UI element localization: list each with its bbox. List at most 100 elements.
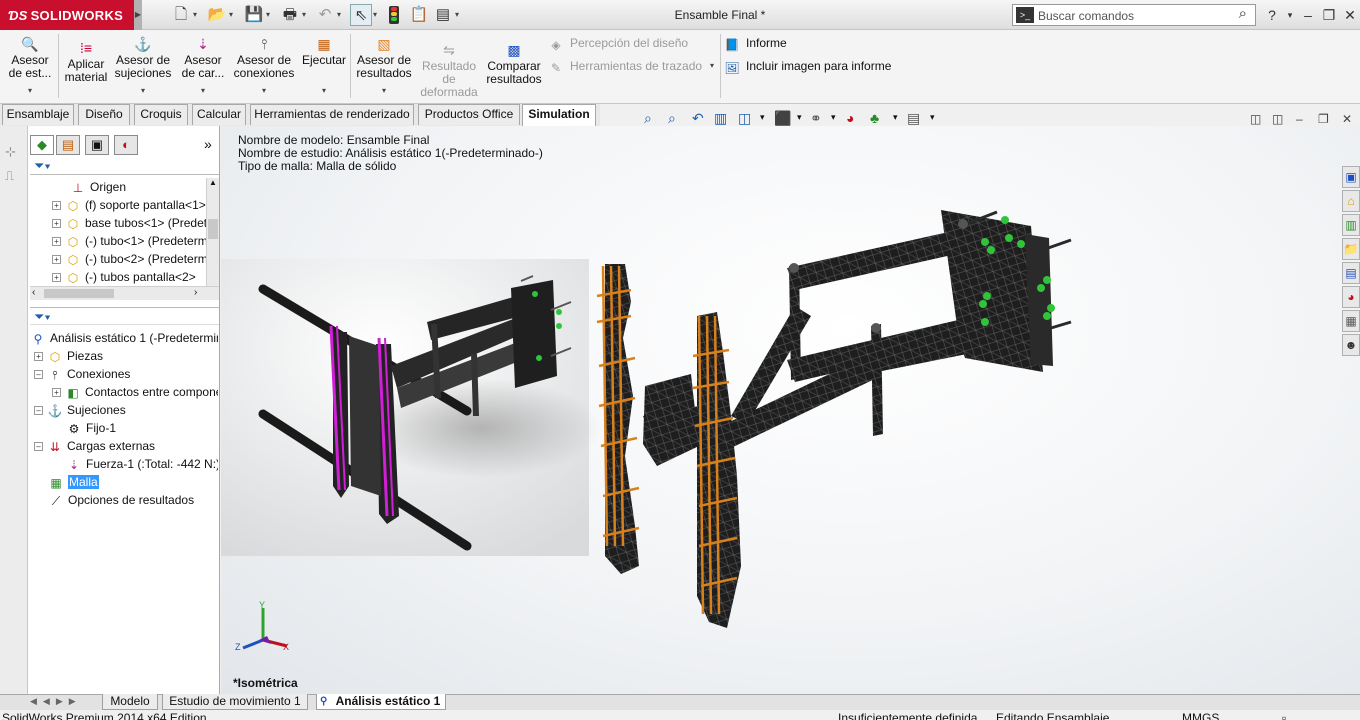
design-library-icon[interactable]: ▥: [1342, 214, 1360, 236]
tab-diseno[interactable]: Diseño: [78, 104, 130, 125]
appearance-icon[interactable]: ◕: [846, 110, 854, 126]
results-advisor-button[interactable]: ▧ Asesor de resultados: [354, 36, 414, 80]
viewport-split-icon[interactable]: ◫: [1272, 112, 1283, 126]
expand-icon[interactable]: +: [52, 388, 61, 397]
tab-productos-office[interactable]: Productos Office: [418, 104, 520, 125]
viewport-restore-icon[interactable]: ❐: [1318, 112, 1329, 126]
model-viewport[interactable]: [221, 126, 1360, 694]
forum-icon[interactable]: ☻: [1342, 334, 1360, 356]
scene-icon[interactable]: ♣: [870, 110, 879, 126]
filter-icon[interactable]: ⏷▾: [34, 158, 51, 174]
apply-material-button[interactable]: ⁞≡ Aplicar material: [62, 40, 110, 84]
restore-icon[interactable]: ❐: [1319, 4, 1339, 26]
tree-item-tubos-pantalla[interactable]: + ⬡ (-) tubos pantalla<2>: [34, 268, 206, 286]
viewport-minimize-icon[interactable]: –: [1296, 112, 1303, 126]
include-image-button[interactable]: 🖼 Incluir imagen para informe: [724, 59, 891, 75]
chevron-down-icon[interactable]: ▾: [797, 112, 802, 123]
tree-item-conexiones[interactable]: – ⫯ Conexiones: [30, 365, 218, 383]
expand-icon[interactable]: +: [34, 352, 43, 361]
graphics-area[interactable]: Nombre de modelo: Ensamble Final Nombre …: [221, 126, 1360, 694]
menu-expand-icon[interactable]: ▶: [134, 0, 142, 30]
solidworks-resources-icon[interactable]: ▣: [1342, 166, 1360, 188]
chevron-down-icon[interactable]: ▾: [229, 4, 238, 26]
step-icon[interactable]: ⎍: [5, 168, 14, 184]
tree-item-fuerza-1[interactable]: ⇣ Fuerza-1 (:Total: -442 N:): [30, 455, 218, 473]
search-commands-input[interactable]: >_ Buscar comandos ⌕: [1012, 4, 1256, 26]
study-advisor-button[interactable]: 🔍 Asesor de est...: [4, 36, 56, 80]
chevron-down-icon[interactable]: ▾: [831, 112, 836, 123]
save-icon[interactable]: 💾: [243, 4, 265, 26]
view-palette-icon[interactable]: ▤: [1342, 262, 1360, 284]
chevron-down-icon[interactable]: ▾: [319, 86, 329, 95]
chevron-down-icon[interactable]: ▾: [337, 4, 346, 26]
new-document-icon[interactable]: 🗋: [170, 4, 192, 26]
sketch-relations-icon[interactable]: ⊹: [5, 144, 16, 160]
tree-item-fijo-1[interactable]: ⚙ Fijo-1: [30, 419, 218, 437]
viewport-close-icon[interactable]: ✕: [1342, 112, 1352, 126]
previous-view-icon[interactable]: ↶: [692, 110, 704, 127]
loads-advisor-button[interactable]: ⇣ Asesor de car...: [178, 36, 228, 80]
expand-icon[interactable]: +: [52, 255, 61, 264]
chevron-down-icon[interactable]: ▾: [259, 86, 269, 95]
tree-item-malla[interactable]: ▦ Malla: [30, 473, 218, 491]
tree-item-study[interactable]: ⚲ Análisis estático 1 (-Predeterminado-): [30, 329, 218, 347]
expand-icon[interactable]: +: [52, 237, 61, 246]
tree-item-tubo-1[interactable]: + ⬡ (-) tubo<1> (Predeterminado): [34, 232, 206, 250]
chevron-down-icon[interactable]: ▾: [266, 4, 275, 26]
collapse-icon[interactable]: –: [34, 442, 43, 451]
tree-item-tubo-2[interactable]: + ⬡ (-) tubo<2> (Predeterminado): [34, 250, 206, 268]
help-icon[interactable]: ▫: [1282, 711, 1286, 720]
tab-display-manager[interactable]: ◐: [114, 135, 138, 155]
home-icon[interactable]: ⌂: [1342, 190, 1360, 212]
tab-ensamblaje[interactable]: Ensamblaje: [2, 104, 74, 125]
tree-item-contactos[interactable]: + ◧ Contactos entre componentes: [30, 383, 218, 401]
zoom-fit-icon[interactable]: ⌕: [644, 110, 652, 127]
tab-property-manager[interactable]: ▤: [56, 135, 80, 155]
plot-tools-button[interactable]: ✎ Herramientas de trazado: [548, 59, 702, 75]
tree-horizontal-scrollbar[interactable]: ‹ ›: [30, 286, 219, 300]
chevron-down-icon[interactable]: ▾: [379, 86, 389, 95]
chevron-down-icon[interactable]: ▾: [373, 4, 382, 26]
file-properties-icon[interactable]: 📋: [408, 4, 430, 26]
appearances-icon[interactable]: ◕: [1342, 286, 1360, 308]
tab-herramientas-renderizado[interactable]: Herramientas de renderizado: [250, 104, 414, 125]
zoom-area-icon[interactable]: ⌕: [668, 110, 676, 127]
tab-feature-manager[interactable]: ◆: [30, 135, 54, 155]
collapse-icon[interactable]: –: [34, 370, 43, 379]
search-icon[interactable]: ⌕: [1239, 5, 1247, 22]
chevron-down-icon[interactable]: ▾: [893, 112, 898, 123]
tab-analisis-estatico[interactable]: ⚲ Análisis estático 1: [316, 694, 446, 710]
options-icon[interactable]: ▤: [432, 4, 454, 26]
file-explorer-icon[interactable]: 📁: [1342, 238, 1360, 260]
scroll-thumb[interactable]: [208, 219, 218, 239]
filter-icon[interactable]: ⏷▾: [34, 309, 51, 325]
hide-show-icon[interactable]: ⚭: [810, 110, 822, 127]
tree-item-origen[interactable]: ⊥ Origen: [34, 178, 206, 196]
meshed-model[interactable]: [596, 210, 1072, 628]
tree-item-cargas-externas[interactable]: – ⇊ Cargas externas: [30, 437, 218, 455]
chevron-down-icon[interactable]: ▾: [707, 61, 717, 70]
tab-configuration-manager[interactable]: ▣: [85, 135, 109, 155]
expand-icon[interactable]: +: [52, 273, 61, 282]
chevron-down-icon[interactable]: ▾: [455, 4, 464, 26]
expand-icon[interactable]: +: [52, 219, 61, 228]
run-button[interactable]: ▦ Ejecutar: [300, 36, 348, 67]
tab-scroll-arrows[interactable]: ◀◀▶▶: [30, 696, 82, 707]
view-settings-icon[interactable]: ▤: [907, 110, 920, 127]
tree-item-soporte-pantalla[interactable]: + ⬡ (f) soporte pantalla<1>: [34, 196, 206, 214]
tab-simulation[interactable]: Simulation: [522, 104, 596, 126]
tree-item-sujeciones[interactable]: – ⚓ Sujeciones: [30, 401, 218, 419]
custom-properties-icon[interactable]: ▦: [1342, 310, 1360, 332]
view-orientation-icon[interactable]: ◫: [738, 110, 751, 127]
scroll-up-icon[interactable]: ▲: [207, 178, 219, 187]
section-icon[interactable]: ▥: [714, 110, 727, 127]
expand-panel-icon[interactable]: »: [204, 136, 212, 152]
units-label[interactable]: MMGS: [1182, 711, 1219, 720]
help-icon[interactable]: ?: [1262, 4, 1282, 26]
print-icon[interactable]: 🖶: [279, 4, 301, 26]
scroll-left-icon[interactable]: ‹: [32, 287, 35, 298]
tree-item-piezas[interactable]: + ⬡ Piezas: [30, 347, 218, 365]
report-button[interactable]: 📘 Informe: [724, 36, 787, 52]
chevron-down-icon[interactable]: ▾: [760, 112, 765, 123]
tab-modelo[interactable]: Modelo: [102, 694, 158, 710]
